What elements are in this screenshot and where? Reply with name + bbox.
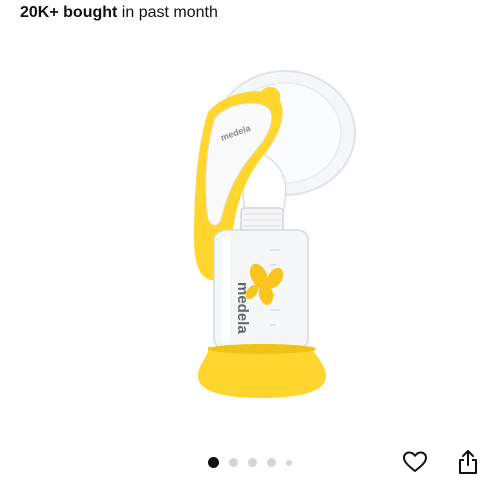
social-proof-text: 20K+ bought in past month (20, 2, 218, 24)
product-image[interactable]: medela medela (0, 30, 500, 440)
carousel-dot[interactable] (208, 457, 219, 468)
share-button[interactable] (453, 447, 483, 477)
carousel-dot[interactable] (229, 458, 238, 467)
carousel-dot[interactable] (248, 458, 257, 467)
carousel-dot[interactable] (267, 458, 276, 467)
bottle-base (198, 347, 326, 398)
bought-suffix: in past month (117, 4, 218, 21)
carousel-dot[interactable] (286, 459, 292, 466)
heart-outline-icon (403, 451, 427, 472)
bought-count: 20K+ bought (20, 4, 118, 21)
share-icon (459, 450, 477, 474)
bottle-brand-label: medela (234, 282, 251, 334)
wishlist-button[interactable] (400, 447, 430, 477)
